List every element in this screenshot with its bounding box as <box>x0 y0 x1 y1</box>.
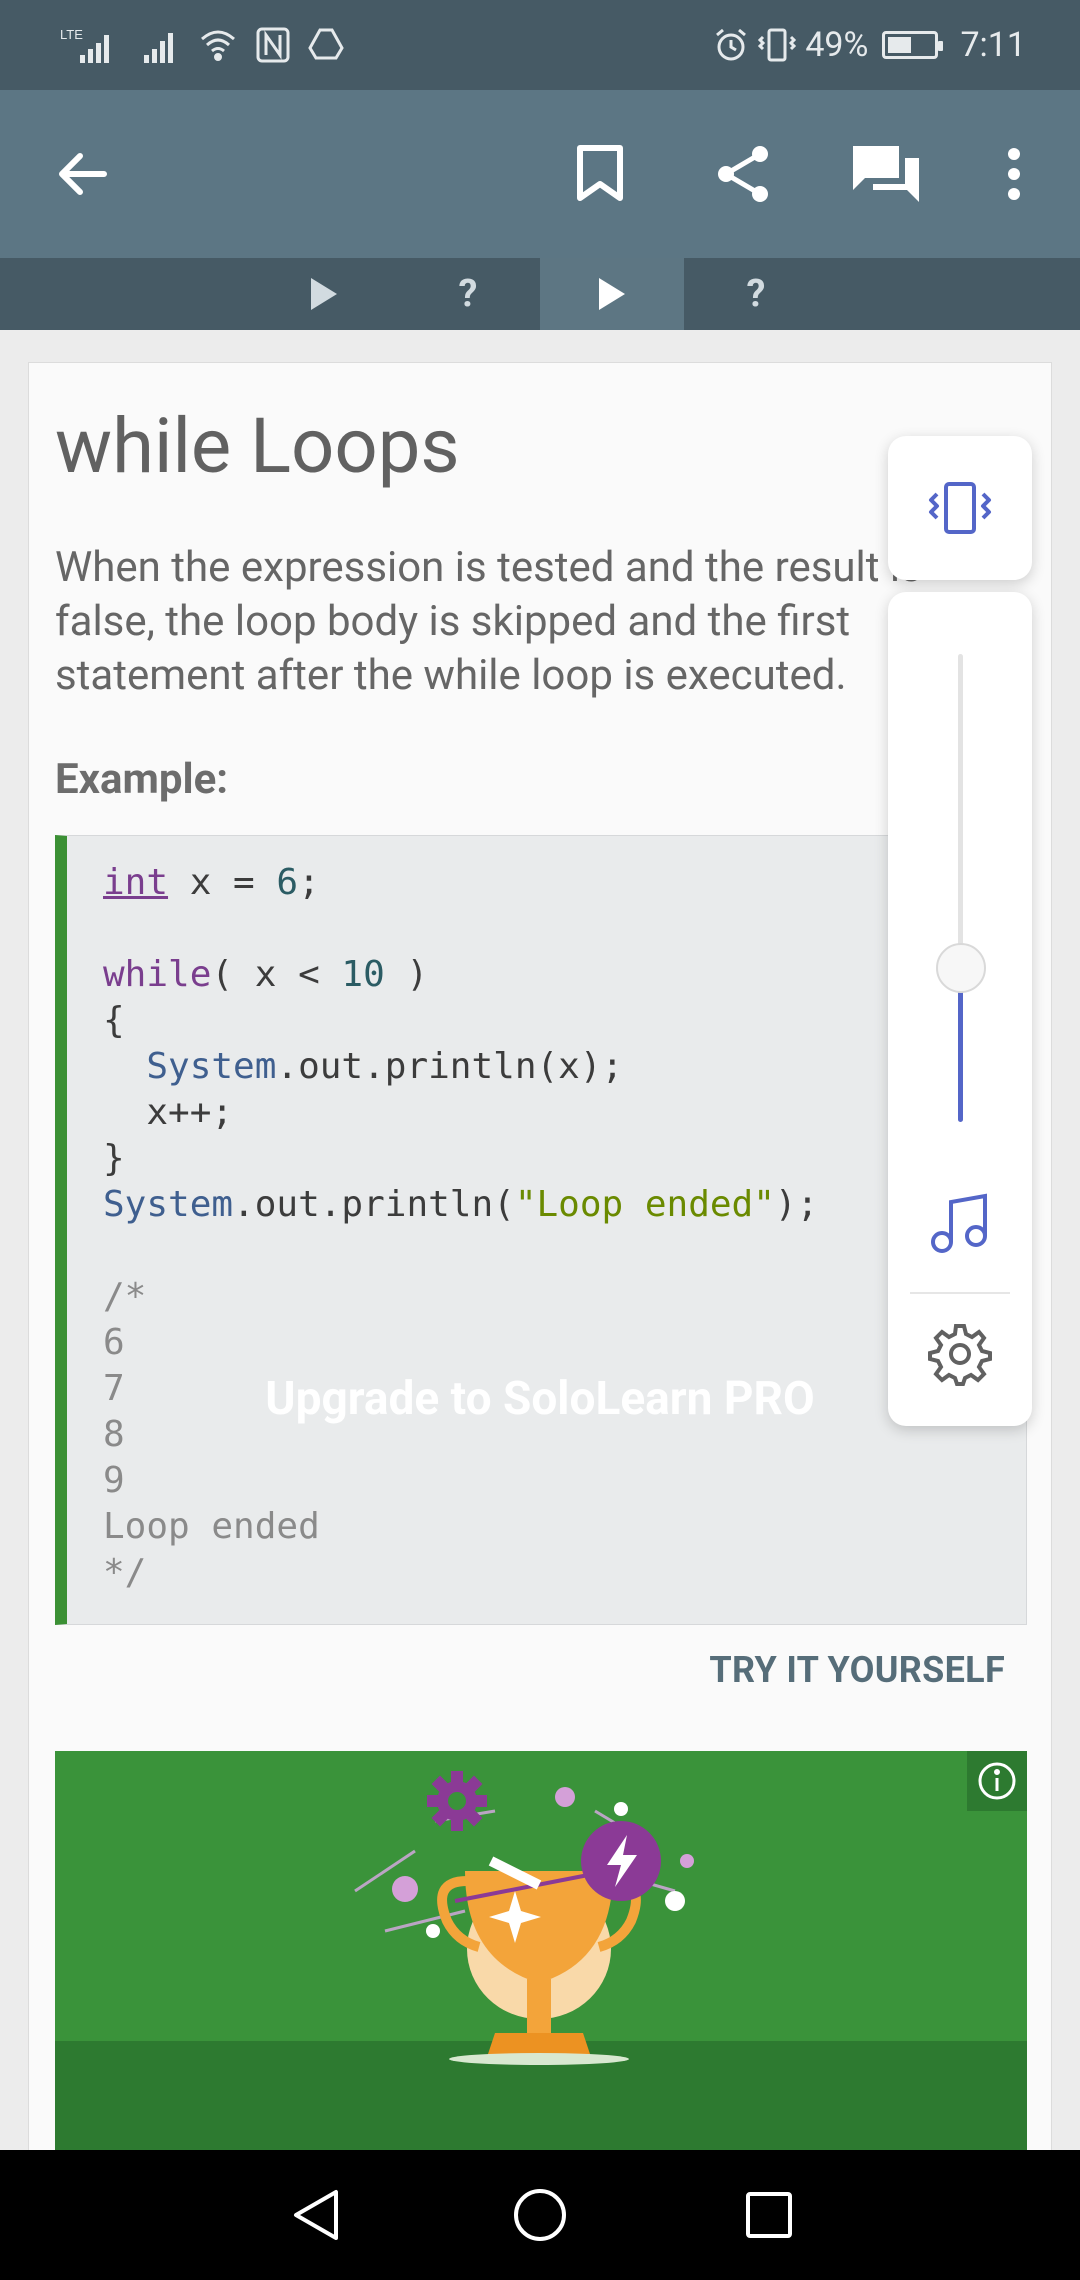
alarm-icon <box>713 22 749 68</box>
more-vert-icon <box>1008 148 1020 200</box>
play-icon <box>599 278 625 310</box>
code-example: int x = 6; while( x < 10 ) { System.out.… <box>55 835 1027 1625</box>
vibrate-icon <box>929 482 991 534</box>
music-note-icon <box>931 1193 987 1253</box>
lte-signal-icon: LTE <box>58 22 122 68</box>
tab-lesson-1[interactable] <box>252 258 396 330</box>
share-icon <box>718 146 768 202</box>
signal-icon <box>140 22 180 68</box>
promo-title: Upgrade to SoloLearn PRO <box>265 1372 815 1426</box>
tab-quiz-2[interactable]: ? <box>684 258 828 330</box>
comments-button[interactable] <box>848 136 924 212</box>
trophy-illustration-icon <box>354 1771 694 2065</box>
nav-home-icon <box>514 2189 566 2241</box>
info-icon <box>978 1762 1016 1800</box>
lesson-text: When the expression is tested and the re… <box>55 543 922 700</box>
svg-text:LTE: LTE <box>60 27 83 42</box>
battery-fill <box>888 37 912 53</box>
bookmark-icon <box>577 145 623 201</box>
vibrate-mode-button[interactable] <box>888 436 1032 580</box>
tab-quiz-1[interactable]: ? <box>396 258 540 330</box>
pro-promo-banner[interactable] <box>55 1751 1027 2151</box>
comments-icon <box>853 146 919 202</box>
system-nav-bar <box>0 2150 1080 2280</box>
app-bar <box>0 90 1080 258</box>
nav-back-icon <box>294 2190 338 2240</box>
back-arrow-icon <box>59 153 107 195</box>
volume-slider-thumb[interactable] <box>936 942 986 993</box>
status-left-icons: LTE <box>58 22 344 68</box>
status-right-icons: 49% 7:11 <box>713 22 1026 68</box>
battery-icon <box>882 31 944 59</box>
nfc-icon <box>256 22 290 68</box>
example-label: Example: <box>55 755 229 804</box>
share-button[interactable] <box>706 136 782 212</box>
volume-panel <box>888 592 1032 1426</box>
back-button[interactable] <box>44 136 120 212</box>
bookmark-button[interactable] <box>562 136 638 212</box>
status-bar: LTE 49% 7:11 <box>0 0 1080 90</box>
clock: 7:11 <box>960 25 1026 65</box>
drive-icon <box>308 22 344 68</box>
nav-recents-icon <box>746 2192 792 2238</box>
play-icon <box>311 278 337 310</box>
nav-back-button[interactable] <box>282 2180 352 2250</box>
wifi-icon <box>198 22 238 68</box>
nav-recents-button[interactable] <box>734 2180 804 2250</box>
vibrate-status-icon <box>757 22 797 68</box>
more-options-button[interactable] <box>976 136 1052 212</box>
ad-info-button[interactable] <box>967 1751 1027 1811</box>
try-it-yourself-button[interactable]: TRY IT YOURSELF <box>709 1649 1005 1691</box>
battery-percent: 49% <box>805 25 869 65</box>
code-text: int x = 6; while( x < 10 ) { System.out.… <box>103 862 819 1593</box>
lesson-title: while Loops <box>55 401 460 491</box>
tab-lesson-2[interactable] <box>540 258 684 330</box>
media-volume-button[interactable] <box>928 1192 992 1256</box>
lesson-tabs: ? ? <box>0 258 1080 330</box>
nav-home-button[interactable] <box>505 2180 575 2250</box>
volume-divider <box>910 1292 1010 1294</box>
